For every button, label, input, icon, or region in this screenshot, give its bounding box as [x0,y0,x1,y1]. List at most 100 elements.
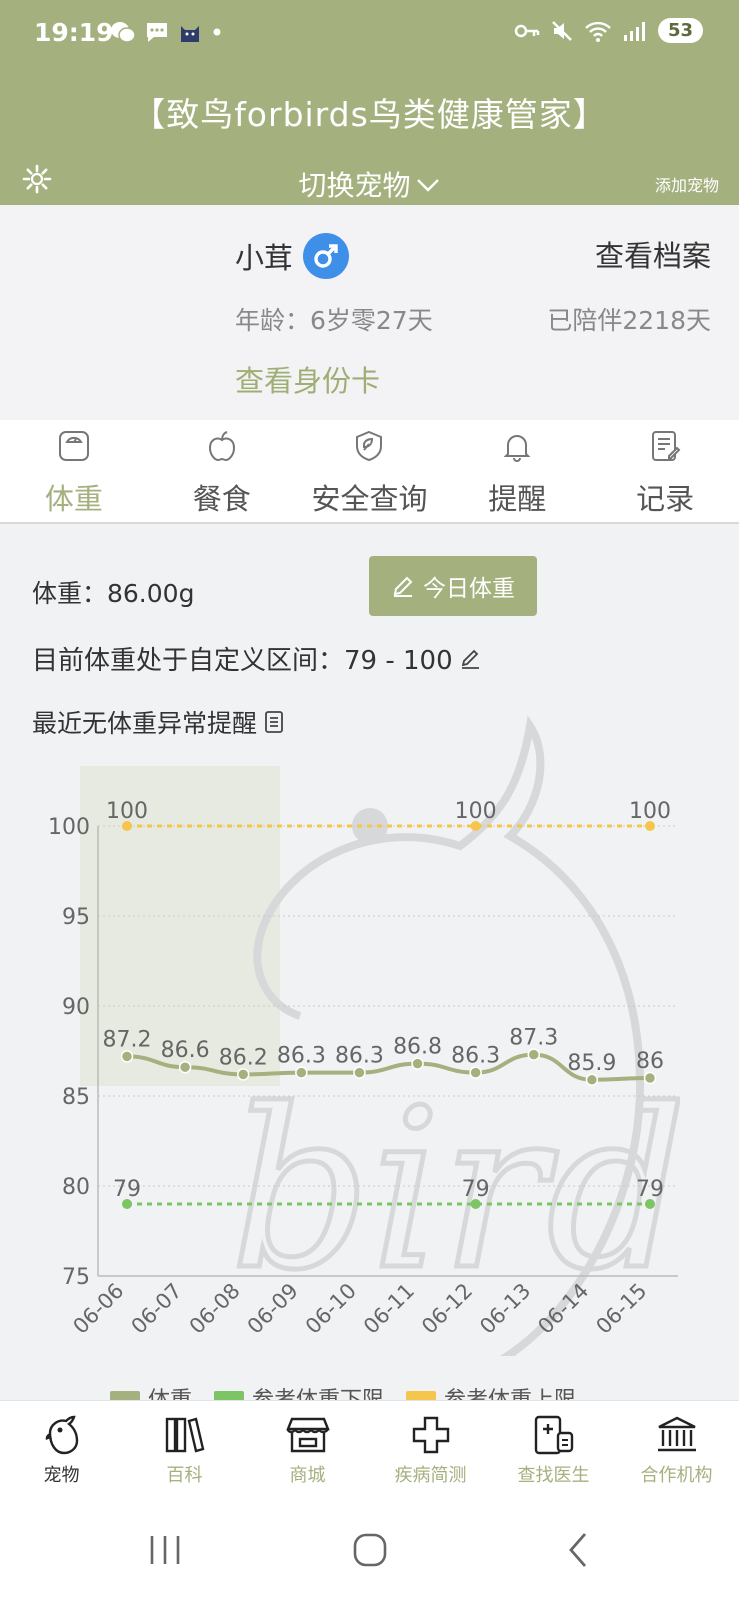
add-pet-button[interactable]: 添加宠物 [655,172,719,196]
weight-point [295,1066,308,1079]
weight-point [120,1050,134,1063]
back-icon[interactable] [565,1530,591,1570]
x-tick-label: 06-08 [185,1279,245,1339]
limit-data-label: 79 [636,1177,664,1202]
switch-pet-label: 切换宠物 [298,169,411,202]
limit-data-label: 100 [629,799,671,824]
legend-label: 参考体重下限 [252,1382,384,1400]
nav-store[interactable]: 商城 [246,1401,369,1502]
weight-data-label: 87.3 [509,1026,558,1051]
weight-data-label: 86.3 [451,1044,500,1069]
nav-label: 宠物 [43,1465,80,1486]
nav-label: 商城 [289,1465,326,1486]
legend-item-upper-limit: 参考体重上限 [406,1382,576,1400]
tab-meals[interactable]: 餐食 [148,420,296,522]
wifi-icon [585,21,611,42]
pet-age: 年龄：6岁零27天 [235,306,433,335]
document-list-icon[interactable] [263,710,285,734]
status-right-icons: 53 [514,18,703,43]
view-profile-link[interactable]: 查看档案 [595,233,711,275]
male-gender-icon [303,233,350,279]
nav-label: 查找医生 [517,1465,590,1486]
weight-point [236,1068,250,1081]
weight-point [353,1066,366,1079]
weight-alert-text: 最近无体重异常提醒 [32,709,258,738]
cross-icon [412,1416,449,1454]
edit-range-icon[interactable] [459,647,483,671]
tab-weight[interactable]: 体重 [0,420,148,522]
shield-leaf-icon [356,430,383,462]
weight-alert-row: 最近无体重异常提醒 [32,704,285,740]
weight-data-label: 87.2 [103,1027,152,1052]
wechat-icon [111,22,136,43]
tab-label: 餐食 [192,482,251,516]
weight-data-label: 85.9 [567,1051,616,1076]
x-tick-label: 06-15 [591,1279,651,1339]
weight-point [643,1071,657,1085]
weight-data-label: 86.3 [277,1044,326,1069]
nav-pet[interactable]: 宠物 [0,1401,123,1502]
nav-encyclopedia[interactable]: 百科 [123,1401,246,1502]
nav-disease-check[interactable]: 疾病简测 [369,1401,492,1502]
recent-apps-icon[interactable] [148,1530,182,1570]
weight-range-text: 目前体重处于自定义区间：79 - 100 [32,646,453,676]
weight-range-row: 目前体重处于自定义区间：79 - 100 [32,640,483,677]
feature-tabs: 体重 餐食 安全查询 提醒 记录 [0,420,739,524]
x-tick-label: 06-12 [417,1279,477,1339]
weight-data-label: 86.3 [335,1044,384,1069]
battery-level: 53 [667,20,693,41]
limit-data-label: 79 [113,1177,141,1202]
tab-records[interactable]: 记录 [591,420,739,522]
home-button-icon[interactable] [352,1530,388,1570]
app-header: 19:19 53 【致鸟forbirds鸟类健康管家】 切换宠物 添加宠物 [0,0,739,205]
weight-data-label: 86.2 [219,1045,268,1070]
weight-data-label: 86.8 [393,1035,442,1060]
y-tick-label: 95 [62,905,90,930]
weight-point [469,1066,482,1079]
notification-icons [110,20,224,44]
legend-label: 参考体重上限 [444,1382,576,1400]
switch-pet-dropdown[interactable]: 切换宠物 [0,164,739,204]
y-tick-label: 80 [62,1175,90,1200]
weight-panel: birds 体重：86.00g 今日体重 目前体重处于自定义区间：79 - 10… [0,526,739,1400]
companion-days: 已陪伴2218天 [547,306,711,335]
bottom-navigation: 宠物 百科 商城 疾病简测 查找医生 合作机构 [0,1400,739,1502]
legend-item-lower-limit: 参考体重下限 [214,1382,384,1400]
nav-label: 百科 [166,1465,203,1486]
x-tick-label: 06-14 [533,1279,593,1339]
bell-icon [503,435,531,462]
nav-partner-institutions[interactable]: 合作机构 [615,1401,738,1502]
y-tick-label: 100 [48,815,90,840]
pencil-icon [393,576,413,597]
battery-indicator: 53 [657,18,703,43]
nav-label: 疾病简测 [394,1465,467,1486]
x-tick-label: 06-09 [243,1279,303,1339]
apple-icon [208,431,235,462]
limit-data-label: 100 [106,799,148,824]
status-bar: 19:19 53 [0,0,739,70]
y-tick-label: 85 [62,1085,90,1110]
cat-app-icon [181,26,199,42]
legend-label: 体重 [148,1382,192,1400]
legend-swatch [214,1391,245,1400]
nav-find-doctor[interactable]: 查找医生 [492,1401,615,1502]
today-weight-button[interactable]: 今日体重 [369,556,537,616]
x-tick-label: 06-10 [301,1279,361,1339]
chart-legend: 体重 参考体重下限 参考体重上限 [110,1382,576,1400]
view-id-card-link[interactable]: 查看身份卡 [235,358,380,400]
legend-swatch [406,1391,437,1400]
doctor-icon [534,1415,573,1455]
tab-label: 体重 [44,482,103,516]
dot-icon [213,28,221,36]
tab-safety-query[interactable]: 安全查询 [296,420,444,522]
weight-point [178,1060,192,1074]
cellular-signal-icon [623,21,645,41]
mute-icon [552,20,572,41]
limit-data-label: 79 [462,1177,490,1202]
chevron-down-icon [415,167,441,200]
legend-item-weight: 体重 [110,1382,192,1400]
tab-reminders[interactable]: 提醒 [443,420,591,522]
x-tick-label: 06-07 [127,1279,187,1339]
weight-point [411,1057,424,1070]
status-time: 19:19 [34,18,114,47]
